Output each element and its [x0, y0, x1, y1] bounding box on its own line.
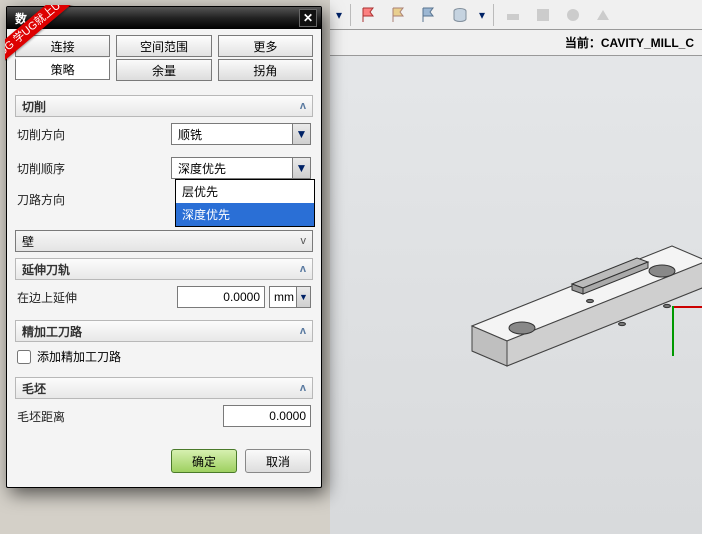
dialog-title: 数	[15, 10, 27, 27]
close-button[interactable]: ✕	[299, 9, 317, 27]
section-cutting[interactable]: 切削 ʌ	[15, 95, 313, 117]
extend-edge-input[interactable]	[177, 286, 265, 308]
option-depth-first[interactable]: 深度优先	[176, 203, 314, 226]
chevron-down-icon: v	[301, 235, 307, 247]
cancel-button[interactable]: 取消	[245, 449, 311, 473]
tab-more[interactable]: 更多	[218, 35, 313, 57]
viewport[interactable]: XM	[330, 56, 702, 534]
flag-tan-icon[interactable]	[389, 4, 411, 26]
section-blank[interactable]: 毛坯 ʌ	[15, 377, 313, 399]
cut-order-select[interactable]: 深度优先 ▼	[171, 157, 311, 179]
cut-order-dropdown: 层优先 深度优先	[175, 179, 315, 227]
tab-connect[interactable]: 连接	[15, 35, 110, 57]
chevron-down-icon: ▼	[292, 158, 310, 178]
cut-parameters-dialog: 数 ✕ 9SUG 学UG就上UG网 连接 空间范围 更多 策略 余量 拐角 切削…	[6, 6, 322, 488]
cylinder-icon[interactable]	[449, 4, 471, 26]
wall-select[interactable]: 壁 v	[15, 230, 313, 252]
axis-x-arrow-icon	[672, 306, 702, 308]
status-bar: 当前：CAVITY_MILL_C	[330, 30, 702, 56]
chevron-down-icon: ▼	[296, 287, 310, 307]
collapse-icon: ʌ	[300, 325, 306, 337]
section-finish[interactable]: 精加工刀路 ʌ	[15, 320, 313, 342]
flag-red-icon[interactable]	[359, 4, 381, 26]
blank-distance-label: 毛坯距离	[17, 408, 65, 425]
dialog-titlebar[interactable]: 数 ✕	[7, 7, 321, 29]
top-toolbar: ▾ ▾	[330, 0, 702, 30]
dropdown-arrow-icon[interactable]: ▾	[336, 8, 342, 22]
axis-y-arrow-icon	[672, 306, 674, 356]
add-finish-label: 添加精加工刀路	[37, 348, 121, 365]
current-operation-label: 当前：CAVITY_MILL_C	[565, 34, 694, 51]
tool-icon-4[interactable]	[592, 4, 614, 26]
cut-order-label: 切削顺序	[17, 160, 65, 177]
chevron-down-icon: ▼	[292, 124, 310, 144]
tool-icon-1[interactable]	[502, 4, 524, 26]
tab-spatial[interactable]: 空间范围	[116, 35, 211, 57]
dropdown-arrow-icon[interactable]: ▾	[479, 8, 485, 22]
path-direction-label: 刀路方向	[17, 191, 65, 208]
upper-tabs: 连接 空间范围 更多	[7, 29, 321, 57]
tab-stock[interactable]: 余量	[116, 59, 211, 81]
collapse-icon: ʌ	[300, 382, 306, 394]
lower-tabs: 策略 余量 拐角	[7, 57, 321, 87]
tool-icon-2[interactable]	[532, 4, 554, 26]
add-finish-checkbox[interactable]	[17, 350, 31, 364]
part-model	[452, 206, 702, 409]
cut-direction-select[interactable]: 顺铣 ▼	[171, 123, 311, 145]
graphics-area[interactable]: ▾ ▾ 当前：CAVITY_MILL_C	[330, 0, 702, 534]
collapse-icon: ʌ	[300, 263, 306, 275]
tab-strategy[interactable]: 策略	[15, 58, 110, 80]
ok-button[interactable]: 确定	[171, 449, 237, 473]
option-level-first[interactable]: 层优先	[176, 180, 314, 203]
cut-direction-label: 切削方向	[17, 126, 65, 143]
flag-blue-icon[interactable]	[419, 4, 441, 26]
tool-icon-3[interactable]	[562, 4, 584, 26]
extend-edge-label: 在边上延伸	[17, 289, 77, 306]
tab-corner[interactable]: 拐角	[218, 59, 313, 81]
collapse-icon: ʌ	[300, 100, 306, 112]
extend-edge-unit[interactable]: mm ▼	[269, 286, 311, 308]
section-extend[interactable]: 延伸刀轨 ʌ	[15, 258, 313, 280]
dialog-footer: 确定 取消	[7, 439, 321, 487]
blank-distance-input[interactable]	[223, 405, 311, 427]
